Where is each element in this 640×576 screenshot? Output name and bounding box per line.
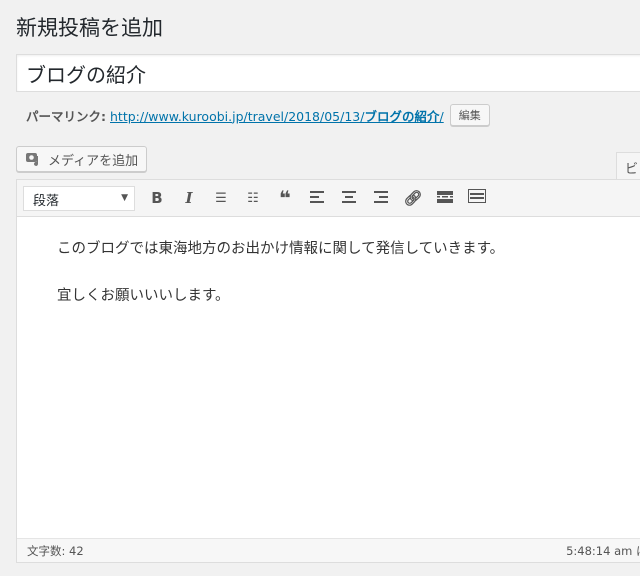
link-icon[interactable]: 🔗︎ [397,189,429,207]
permalink-label: パーマリンク: [26,108,106,124]
tab-visual[interactable]: ビ [616,152,640,180]
editor-content[interactable]: このブログでは東海地方のお出かけ情報に関して発信していきます。 宜しくお願いいい… [17,217,640,350]
post-title-input[interactable]: ブログの紹介 [16,54,640,92]
chevron-down-icon: ▼ [121,192,128,203]
align-right-icon[interactable] [365,189,397,207]
toolbar-toggle-icon[interactable] [461,189,493,207]
permalink-url: http://www.kuroobi.jp/travel/2018/05/13/ [110,108,365,124]
bulleted-list-icon[interactable]: ☰ [205,191,237,206]
add-media-button[interactable]: メディアを追加 [16,146,148,172]
editor-status-bar: 文字数: 42 5:48:14 am に下 [17,538,640,562]
last-saved: 5:48:14 am に下 [566,544,640,558]
numbered-list-icon[interactable]: ☷ [237,191,269,206]
italic-icon[interactable]: I [173,189,205,207]
media-icon [26,153,38,166]
align-center-icon[interactable] [333,189,365,207]
align-left-icon[interactable] [301,189,333,207]
bold-icon[interactable]: B [141,189,173,207]
format-select[interactable]: 段落 ▼ [23,185,135,211]
blockquote-icon[interactable]: ❝ [269,186,301,210]
word-count: 文字数: 42 [27,544,84,558]
content-paragraph: このブログでは東海地方のお出かけ情報に関して発信していきます。 [57,241,505,257]
page-title: 新規投稿を追加 [16,16,163,40]
permalink-suffix: / [439,108,444,124]
editor: 段落 ▼ B I ☰ ☷ ❝ 🔗︎ このブログでは東海地方のお出かけ情報に関して発… [16,179,640,563]
read-more-icon[interactable] [429,189,461,207]
format-select-value: 段落 [33,193,60,209]
permalink-slug: ブログの紹介 [364,108,440,124]
editor-toolbar: 段落 ▼ B I ☰ ☷ ❝ 🔗︎ [17,180,640,217]
permalink-link[interactable]: http://www.kuroobi.jp/travel/2018/05/13/… [110,106,444,125]
permalink: パーマリンク: http://www.kuroobi.jp/travel/201… [26,104,490,126]
edit-permalink-button[interactable]: 編集 [449,104,490,126]
content-paragraph: 宜しくお願いいいします。 [57,287,230,304]
add-media-label: メディアを追加 [48,152,139,168]
